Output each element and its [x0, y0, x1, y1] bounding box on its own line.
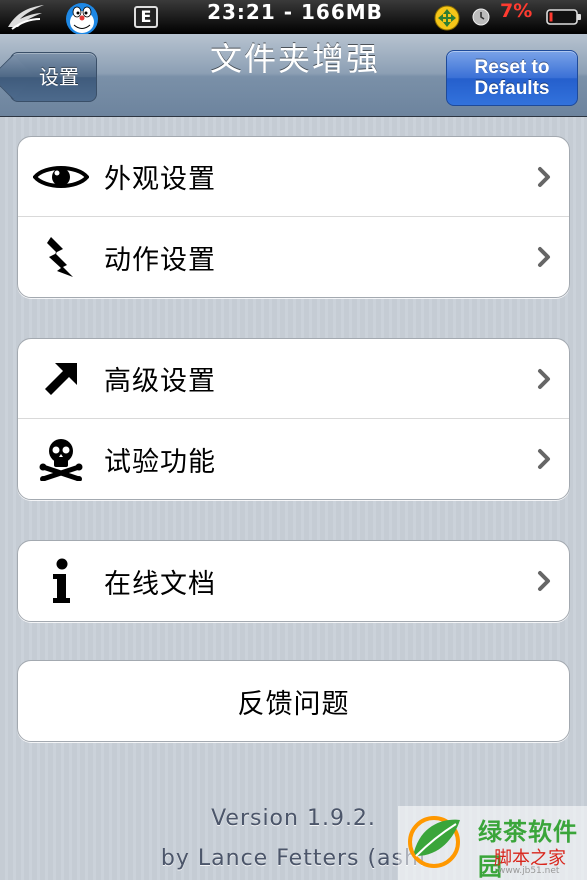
- eye-icon: [18, 137, 104, 217]
- wing-icon: [8, 5, 44, 30]
- watermark: 绿茶软件园 脚本之家 www.jb51.net: [398, 806, 587, 880]
- chevron-right-icon: [519, 217, 569, 297]
- leaf-logo-icon: [408, 816, 460, 868]
- skull-crossbones-icon: [18, 419, 104, 499]
- row-online-docs[interactable]: 在线文档: [18, 541, 569, 621]
- reset-to-defaults-button[interactable]: Reset to Defaults: [446, 50, 578, 106]
- chevron-right-icon: [519, 137, 569, 217]
- feedback-label: 反馈问题: [237, 688, 350, 720]
- battery-percent: 7%: [500, 0, 533, 22]
- row-label: 试验功能: [104, 446, 216, 478]
- row-feedback[interactable]: 反馈问题: [18, 661, 569, 741]
- back-button-label: 设置: [39, 65, 79, 89]
- sync-icon: [434, 5, 460, 31]
- page-title: 文件夹增强: [209, 40, 380, 78]
- alarm-clock-icon: [472, 8, 490, 26]
- row-experimental-features[interactable]: 试验功能: [18, 419, 569, 499]
- row-label: 在线文档: [104, 568, 216, 600]
- settings-group-1: 外观设置 动作设置: [17, 136, 570, 298]
- row-advanced-settings[interactable]: 高级设置: [18, 339, 569, 419]
- chevron-right-icon: [519, 541, 569, 621]
- navigation-bar: 设置 文件夹增强 Reset to Defaults: [0, 34, 587, 117]
- watermark-domain: www.jb51.net: [498, 866, 560, 876]
- row-label: 外观设置: [104, 164, 216, 195]
- back-button[interactable]: 设置: [10, 52, 97, 102]
- row-action-settings[interactable]: 动作设置: [18, 217, 569, 297]
- row-appearance-settings[interactable]: 外观设置: [18, 137, 569, 217]
- doraemon-icon: [66, 3, 98, 34]
- settings-group-3: 在线文档: [17, 540, 570, 622]
- carrier-badge: E: [134, 6, 158, 28]
- reset-button-line2: Defaults: [474, 78, 550, 99]
- row-label: 动作设置: [104, 244, 216, 276]
- battery-icon: [546, 9, 581, 25]
- info-icon: [18, 541, 104, 621]
- lightning-icon: [18, 217, 104, 297]
- settings-group-2: 高级设置 试验功能: [17, 338, 570, 500]
- time-memory-readout: 23:21 - 166MB: [207, 0, 383, 24]
- reset-button-line1: Reset to: [474, 57, 550, 78]
- status-bar: E 23:21 - 166MB 7%: [0, 0, 587, 34]
- row-label: 高级设置: [104, 366, 216, 397]
- chevron-right-icon: [519, 339, 569, 419]
- arrow-up-right-icon: [18, 339, 104, 419]
- settings-group-4: 反馈问题: [17, 660, 570, 742]
- chevron-right-icon: [519, 419, 569, 499]
